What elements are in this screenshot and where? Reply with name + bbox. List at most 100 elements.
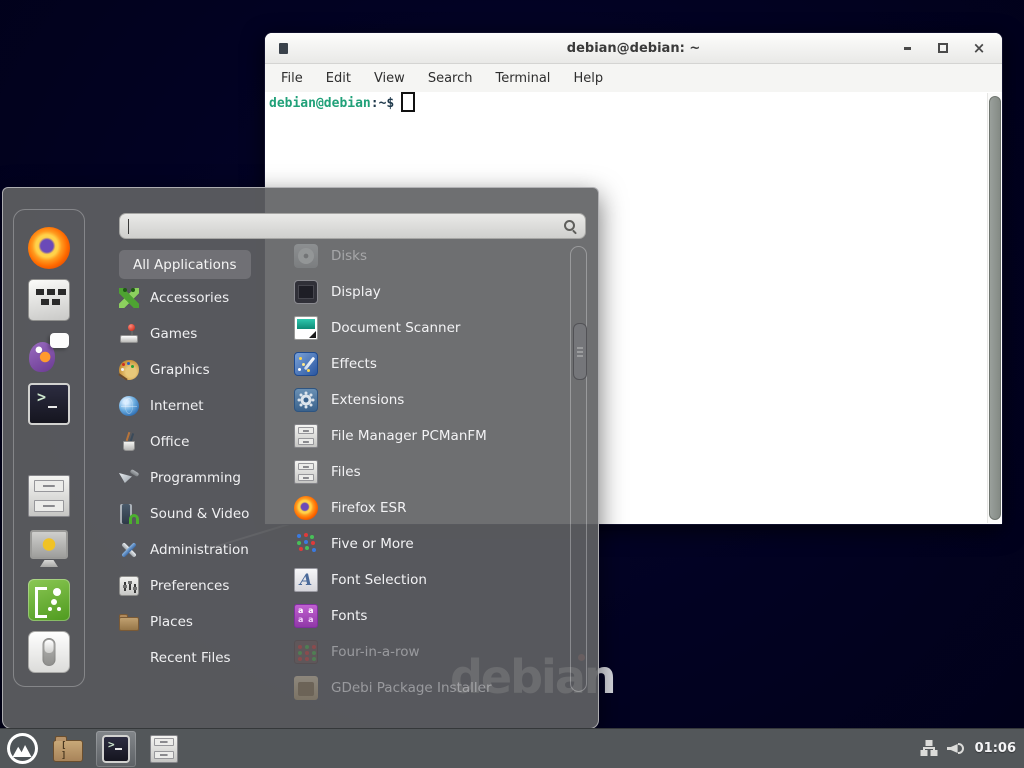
taskbar-file-manager-button[interactable] <box>48 731 88 767</box>
category-internet[interactable]: Internet <box>119 388 269 424</box>
favorite-shutdown[interactable] <box>28 631 70 673</box>
scanner-icon <box>294 316 318 340</box>
favorite-logout[interactable] <box>28 579 70 621</box>
app-fonts[interactable]: Fonts <box>265 598 571 634</box>
logout-icon <box>28 579 70 621</box>
category-label: Places <box>150 614 193 630</box>
taskbar-file-cabinet-button[interactable] <box>144 731 184 767</box>
minimize-icon[interactable] <box>900 41 914 55</box>
file-cabinet-icon <box>294 460 318 484</box>
application-menu: All Applications Accessories Games Graph… <box>2 187 599 729</box>
category-games[interactable]: Games <box>119 316 269 352</box>
application-label: Fonts <box>331 608 367 624</box>
office-icon <box>119 432 139 452</box>
internet-icon <box>119 396 139 416</box>
taskbar-left <box>0 731 184 767</box>
menu-scrollbar-track[interactable] <box>570 246 587 692</box>
category-graphics[interactable]: Graphics <box>119 352 269 388</box>
favorite-file-manager[interactable] <box>28 475 70 517</box>
all-applications-button[interactable]: All Applications <box>119 250 251 279</box>
terminal-scrollbar-thumb[interactable] <box>989 96 1001 520</box>
app-firefox-esr[interactable]: Firefox ESR <box>265 490 571 526</box>
prompt-path: :~$ <box>371 96 394 111</box>
font-selection-icon <box>294 568 318 592</box>
package-icon <box>294 676 318 700</box>
programming-icon <box>119 468 139 488</box>
terminal-menu-item[interactable]: Help <box>569 69 607 88</box>
application-label: GDebi Package Installer <box>331 680 492 696</box>
application-label: Disks <box>331 248 367 264</box>
category-recent-files[interactable]: Recent Files <box>119 640 269 676</box>
close-icon[interactable] <box>972 41 986 55</box>
category-label: Programming <box>150 470 241 486</box>
app-document-scanner[interactable]: Document Scanner <box>265 310 571 346</box>
category-administration[interactable]: Administration <box>119 532 269 568</box>
app-display[interactable]: Display <box>265 274 571 310</box>
category-places[interactable]: Places <box>119 604 269 640</box>
category-sound-video[interactable]: Sound & Video <box>119 496 269 532</box>
favorite-lock-screen[interactable] <box>28 527 70 569</box>
shutdown-icon <box>28 631 70 673</box>
menu-scrollbar-thumb[interactable] <box>573 323 587 380</box>
file-cabinet-icon <box>28 475 70 517</box>
category-preferences[interactable]: Preferences <box>119 568 269 604</box>
terminal-menu-item[interactable]: Terminal <box>491 69 554 88</box>
places-icon <box>119 612 139 632</box>
category-label: Internet <box>150 398 204 414</box>
app-five-or-more[interactable]: Five or More <box>265 526 571 562</box>
app-gdebi[interactable]: GDebi Package Installer <box>265 670 571 704</box>
category-label: Accessories <box>150 290 229 306</box>
terminal-menu-item[interactable]: Edit <box>322 69 355 88</box>
menu-button[interactable] <box>4 731 40 767</box>
terminal-scrollbar[interactable] <box>987 93 1001 523</box>
application-label: Document Scanner <box>331 320 460 336</box>
maximize-icon[interactable] <box>936 41 950 55</box>
application-label: Font Selection <box>331 572 427 588</box>
app-four-in-a-row[interactable]: Four-in-a-row <box>265 634 571 670</box>
favorite-pidgin[interactable] <box>28 331 70 373</box>
terminal-menu-item[interactable]: Search <box>424 69 477 88</box>
category-office[interactable]: Office <box>119 424 269 460</box>
sound-video-icon <box>119 504 139 524</box>
four-in-a-row-icon <box>294 640 318 664</box>
firefox-icon <box>294 496 318 520</box>
terminal-prompt: debian@debian:~$ <box>265 92 1002 112</box>
application-list: Disks Display Document Scanner Effects E… <box>265 238 571 704</box>
search-input[interactable] <box>119 213 586 239</box>
favorite-terminal[interactable] <box>28 383 70 425</box>
taskbar-terminal-button[interactable] <box>96 731 136 767</box>
gear-icon <box>294 388 318 412</box>
app-disks[interactable]: Disks <box>265 238 571 274</box>
favorite-firefox[interactable] <box>28 227 70 269</box>
category-label: Sound & Video <box>150 506 249 522</box>
network-tray-icon[interactable] <box>920 740 938 757</box>
app-extensions[interactable]: Extensions <box>265 382 571 418</box>
application-label: Display <box>331 284 381 300</box>
prompt-user-host: debian@debian <box>269 96 371 111</box>
app-files[interactable]: Files <box>265 454 571 490</box>
terminal-titlebar[interactable]: debian@debian: ~ <box>265 33 1002 64</box>
keyboard-icon <box>28 279 70 321</box>
app-file-manager-pcmanfm[interactable]: File Manager PCManFM <box>265 418 571 454</box>
favorite-keyboard[interactable] <box>28 279 70 321</box>
system-tray: 01:06 <box>920 740 1024 757</box>
terminal-menubar: File Edit View Search Terminal Help <box>265 64 1002 92</box>
desktop: debian debian@debian: ~ FileEditViewSear… <box>0 0 1024 768</box>
application-label: Files <box>331 464 361 480</box>
pidgin-icon <box>28 331 70 373</box>
terminal-menu-item[interactable]: File <box>277 69 307 88</box>
clock[interactable]: 01:06 <box>975 741 1016 756</box>
volume-tray-icon[interactable] <box>947 740 965 757</box>
app-font-selection[interactable]: Font Selection <box>265 562 571 598</box>
taskbar-buttons <box>48 731 184 767</box>
category-programming[interactable]: Programming <box>119 460 269 496</box>
folder-icon <box>53 740 83 762</box>
display-icon <box>294 280 318 304</box>
category-accessories[interactable]: Accessories <box>119 280 269 316</box>
effects-icon <box>294 352 318 376</box>
application-label: Four-in-a-row <box>331 644 420 660</box>
terminal-menu-item[interactable]: View <box>370 69 409 88</box>
app-effects[interactable]: Effects <box>265 346 571 382</box>
five-or-more-icon <box>294 532 318 556</box>
application-label: Extensions <box>331 392 404 408</box>
